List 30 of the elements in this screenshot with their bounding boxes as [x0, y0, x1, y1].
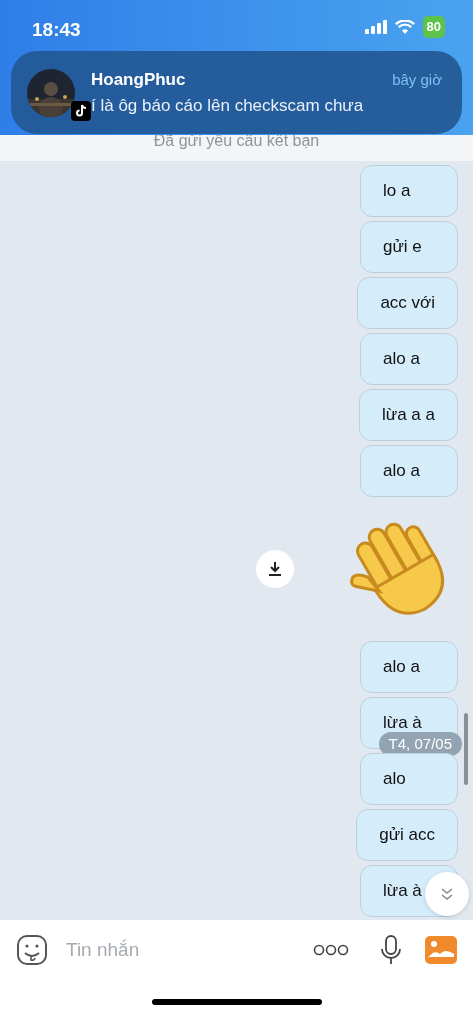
message-bubble: alo [360, 753, 458, 805]
more-icon [313, 944, 349, 956]
microphone-icon [381, 935, 401, 965]
emoji-button[interactable] [16, 934, 48, 966]
message-bubble: alo a [360, 333, 458, 385]
notification-message: í là ôg báo cáo lên checkscam chưa [91, 94, 365, 117]
download-icon [267, 561, 283, 577]
message-bubble: acc với [357, 277, 458, 329]
notification-banner[interactable]: HoangPhuc bây giờ í là ôg báo cáo lên checkscam chưa [11, 51, 462, 134]
sender-name: HoangPhuc [91, 69, 186, 91]
signal-icon [364, 19, 387, 34]
message-input[interactable]: Tin nhắn [64, 934, 297, 966]
scrollbar[interactable] [464, 713, 468, 785]
message-bubble: alo a [360, 641, 458, 693]
message-bubble: lo a [360, 165, 458, 217]
more-button[interactable] [313, 944, 349, 956]
chevron-down-icon [440, 887, 454, 901]
download-button[interactable] [256, 550, 294, 588]
message-bubble: alo a [360, 445, 458, 497]
message-bubble: gửi e [360, 221, 458, 273]
status-time: 18:43 [32, 18, 81, 42]
notification-time: bây giờ [392, 70, 442, 90]
app-badge-icon [71, 101, 91, 121]
wifi-icon [394, 19, 415, 34]
battery-indicator: 80 [422, 16, 445, 38]
message-bubble: lừa a a [359, 389, 458, 441]
microphone-button[interactable] [381, 935, 401, 965]
message-bubble: gửi acc [356, 809, 458, 861]
image-icon [425, 936, 457, 964]
emoji-icon [16, 934, 48, 966]
